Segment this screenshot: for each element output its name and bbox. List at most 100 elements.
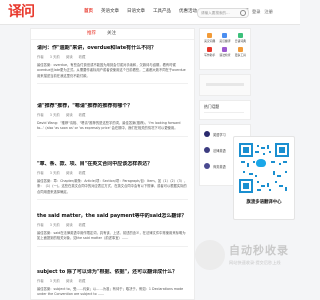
- article-meta: 作者 3 天前 阅读 收藏: [37, 279, 188, 284]
- article-item[interactable]: subject to 除了可以译为"根据、依据"，还可以翻译成什么？ 作者 3 …: [37, 269, 188, 298]
- article-excerpt: 最佳答案：overdue，有些会付费但或不能因为用到会付或对手续和，欠款待与逾期…: [37, 63, 186, 78]
- article-meta: 作者 3 天前 阅读 收藏: [37, 223, 188, 228]
- article-excerpt: 最佳答案：章：Chapter/款条：Article/项：Section/项：Pa…: [37, 179, 188, 194]
- article-title[interactable]: the said matter，the said payment等中的said怎…: [37, 213, 188, 220]
- article-meta: 作者 3 天前 阅读 收藏: [37, 55, 188, 60]
- quick-tool-grammar[interactable]: 语法检查: [217, 47, 232, 57]
- category-label: 法律英语: [213, 148, 226, 153]
- search-input[interactable]: 请输入要搜索的...: [197, 8, 249, 18]
- quick-tool-label: 写作助手: [204, 53, 216, 57]
- register-link[interactable]: 注册: [264, 7, 272, 17]
- divider: [37, 83, 188, 85]
- watermark-logo-icon: [195, 240, 225, 270]
- divider: [204, 112, 244, 113]
- translate-icon: [222, 33, 228, 38]
- pen-icon: [207, 47, 213, 52]
- login-link[interactable]: 登录: [252, 7, 260, 17]
- quick-tool-label: 语法检查: [219, 53, 231, 57]
- quick-tool-label: 更多工具: [234, 53, 246, 57]
- ad-placeholder: [199, 74, 251, 96]
- article-author: 作者: [37, 279, 44, 283]
- article-views: 阅读: [65, 55, 73, 59]
- divider: [37, 245, 188, 247]
- quick-tools-panel: 英汉词典 英汉翻译 日语词典 写作助手 语法检查 更多工具: [199, 28, 251, 70]
- article-excerpt: 最佳答案：subject to，受……约束；以……为准；有待于；取决于。例如：1…: [37, 287, 184, 297]
- article-favorite[interactable]: 收藏: [79, 279, 86, 284]
- article-title[interactable]: 请问：作"逾期"来讲，overdue和late有什么不同？: [37, 45, 188, 52]
- nav-home[interactable]: 首页: [84, 6, 93, 18]
- article-excerpt: David Wang："推荐"请相、"嗯请"推荐的是这些字的词，最佳答案(推荐)…: [37, 121, 181, 131]
- article-views: 阅读: [65, 171, 73, 175]
- category-icon: [204, 147, 210, 153]
- qr-code[interactable]: [239, 143, 289, 193]
- check-icon: [222, 47, 228, 52]
- article-item[interactable]: "章、条、款、项、目"在英文合同中应该怎样表达？ 作者 3 天前 阅读 收藏 最…: [37, 161, 188, 201]
- more-icon: [237, 47, 243, 52]
- quick-tool-japanese[interactable]: 日语词典: [233, 33, 248, 43]
- article-author: 作者: [37, 113, 44, 117]
- watermark: 自动秒收录 网站快速收录·提交后秒上线: [195, 238, 299, 278]
- article-author: 作者: [37, 223, 44, 227]
- hot-topics-panel: 热门话题: [199, 100, 251, 120]
- quick-tool-label: 英汉翻译: [219, 39, 231, 43]
- search-icon[interactable]: [240, 10, 246, 16]
- nav-promotions[interactable]: 优惠活动: [179, 6, 197, 18]
- auth-links: 登录 注册: [252, 7, 273, 17]
- divider: [37, 135, 188, 137]
- quick-tool-label: 英汉词典: [204, 39, 216, 43]
- article-time: 3 天前: [49, 223, 60, 227]
- quick-tool-dictionary[interactable]: 英汉词典: [202, 33, 217, 43]
- article-views: 阅读: [65, 279, 73, 283]
- article-meta: 作者 3 天前 阅读 收藏: [37, 171, 188, 176]
- category-icon: [204, 131, 210, 137]
- article-title[interactable]: "章、条、款、项、目"在英文合同中应该怎样表达？: [37, 161, 188, 168]
- divider: [37, 199, 188, 201]
- article-title[interactable]: 请"推荐"推荐，"嗯请"推荐的推荐有哪个？: [37, 103, 188, 110]
- nav-tools[interactable]: 工具产品: [153, 6, 171, 18]
- article-time: 3 天前: [49, 171, 60, 175]
- article-time: 3 天前: [49, 279, 60, 283]
- search-placeholder: 请输入要搜索的...: [201, 11, 230, 15]
- article-favorite[interactable]: 收藏: [79, 55, 86, 60]
- article-item[interactable]: 请"推荐"推荐，"嗯请"推荐的推荐有哪个？ 作者 3 天前 阅读 收藏 Davi…: [37, 103, 188, 137]
- category-label: 商务英语: [213, 164, 226, 169]
- article-item[interactable]: the said matter，the said payment等中的said怎…: [37, 213, 188, 247]
- feed-tabs: 推荐 关注: [31, 29, 194, 40]
- ad-bar: [206, 83, 244, 86]
- article-meta: 作者 3 天前 阅读 收藏: [37, 113, 188, 118]
- quick-tool-more[interactable]: 更多工具: [233, 47, 248, 57]
- article-favorite[interactable]: 收藏: [79, 171, 86, 176]
- nav-english-articles[interactable]: 英语文章: [101, 6, 119, 18]
- quick-tools-grid: 英汉词典 英汉翻译 日语词典 写作助手 语法检查 更多工具: [202, 33, 248, 57]
- article-views: 阅读: [65, 223, 73, 227]
- tab-recommended[interactable]: 推荐: [87, 30, 96, 38]
- quick-tool-translate[interactable]: 英汉翻译: [217, 33, 232, 43]
- article-feed: 推荐 关注 请问：作"逾期"来讲，overdue和late有什么不同？ 作者 3…: [30, 28, 195, 300]
- nav-japanese-articles[interactable]: 日语文章: [127, 6, 145, 18]
- tab-following[interactable]: 关注: [107, 30, 116, 38]
- watermark-subtitle: 网站快速收录·提交后秒上线: [229, 260, 281, 265]
- qr-caption: 旗渡多语翻译中心: [246, 200, 282, 205]
- top-navbar: 译问 首页 英语文章 日语文章 工具产品 优惠活动 特价服务 成为会员 请输入要…: [0, 0, 300, 25]
- category-item[interactable]: 商务英语: [204, 163, 226, 169]
- watermark-title: 自动秒收录: [229, 244, 289, 257]
- category-item[interactable]: 法律英语: [204, 147, 226, 153]
- quick-tool-writing[interactable]: 写作助手: [202, 47, 217, 57]
- article-title[interactable]: subject to 除了可以译为"根据、依据"，还可以翻译成什么？: [37, 269, 188, 276]
- article-time: 3 天前: [49, 113, 60, 117]
- dictionary-icon: [207, 33, 213, 38]
- category-icon: [204, 163, 210, 169]
- site-logo[interactable]: 译问: [8, 2, 36, 22]
- article-item[interactable]: 请问：作"逾期"来讲，overdue和late有什么不同？ 作者 3 天前 阅读…: [37, 45, 188, 85]
- article-favorite[interactable]: 收藏: [79, 223, 86, 228]
- article-author: 作者: [37, 171, 44, 175]
- qr-code-card: 旗渡多语翻译中心: [233, 136, 295, 220]
- article-excerpt: 最佳答案：said在法律英语中用作限定词，具有该、上述、前述的含义，在法律文件中…: [37, 231, 186, 241]
- quick-tool-label: 日语词典: [234, 39, 246, 43]
- article-views: 阅读: [65, 113, 73, 117]
- category-item[interactable]: 英语学习: [204, 131, 226, 137]
- category-label: 英语学习: [213, 132, 226, 137]
- japanese-icon: [237, 33, 243, 38]
- article-favorite[interactable]: 收藏: [79, 113, 86, 118]
- article-time: 3 天前: [49, 55, 60, 59]
